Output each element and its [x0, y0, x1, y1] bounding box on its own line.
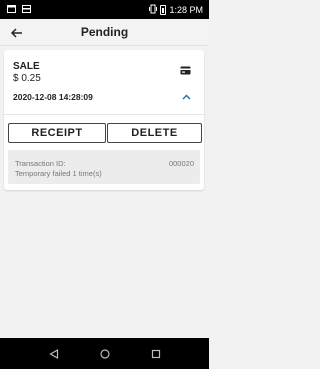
chevron-up-icon [182, 94, 190, 100]
card-divider [4, 114, 204, 115]
credit-card-icon [180, 62, 191, 75]
battery-icon [160, 4, 167, 15]
transaction-status-text: Temporary failed 1 time(s) [15, 169, 102, 178]
system-nav-bar [0, 338, 209, 369]
home-circle-icon [99, 348, 110, 359]
nav-back-button[interactable] [45, 345, 63, 363]
page-title: Pending [80, 25, 129, 39]
transaction-datetime: 2020-12-08 14:28:09 [13, 92, 93, 102]
nav-recents-button[interactable] [147, 345, 165, 363]
back-triangle-icon [48, 348, 58, 359]
status-time: 1:28 PM [169, 4, 203, 15]
recents-square-icon [151, 349, 160, 358]
status-left [7, 4, 31, 15]
back-button[interactable] [8, 24, 26, 42]
transaction-id-label: Transaction ID: [15, 159, 66, 168]
app-bar: Pending [0, 19, 209, 46]
transaction-details: Transaction ID: 000020 Temporary failed … [8, 150, 200, 184]
collapse-button[interactable] [179, 91, 193, 103]
notification-icon [7, 4, 16, 15]
transaction-amount: $ 0.25 [13, 73, 41, 84]
nav-home-button[interactable] [96, 345, 114, 363]
arrow-left-icon [11, 28, 22, 38]
card-status-icon [22, 4, 31, 15]
transaction-type: SALE [13, 61, 40, 72]
vibrate-icon [149, 4, 158, 16]
delete-button[interactable]: DELETE [107, 123, 202, 143]
transaction-card: SALE $ 0.25 2020-12-08 14:28:09 RECEIPT … [4, 50, 204, 190]
receipt-button[interactable]: RECEIPT [8, 123, 106, 143]
status-right: 1:28 PM [149, 4, 203, 16]
transaction-id-value: 000020 [168, 159, 194, 168]
status-bar: 1:28 PM [0, 0, 209, 19]
